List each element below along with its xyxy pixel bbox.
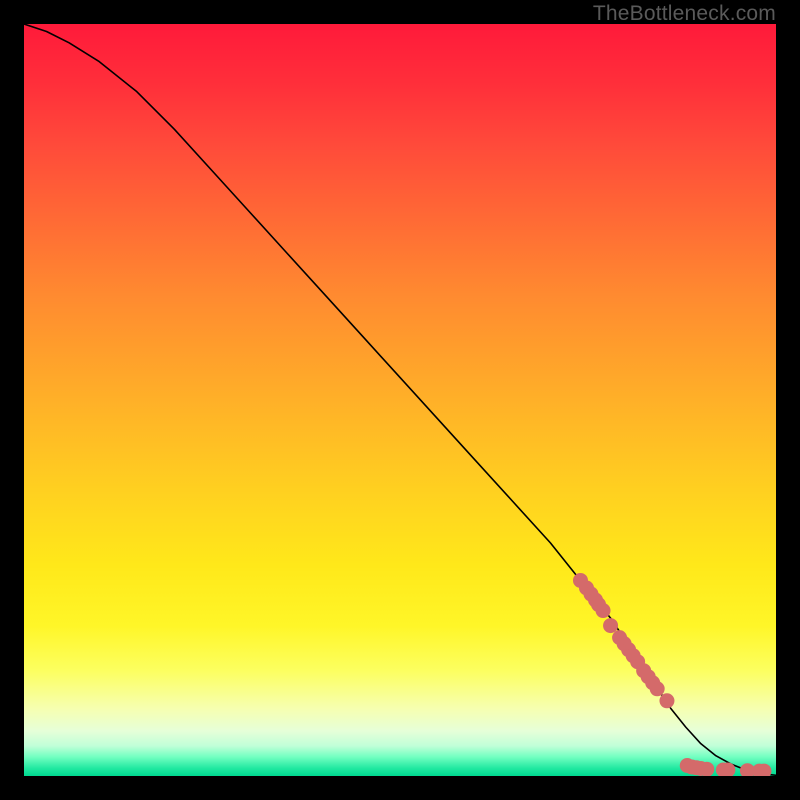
chart-overlay <box>24 24 776 776</box>
chart-frame: TheBottleneck.com <box>0 0 800 800</box>
data-point <box>596 603 611 618</box>
watermark-text: TheBottleneck.com <box>593 2 776 26</box>
data-point <box>659 693 674 708</box>
data-point <box>603 618 618 633</box>
data-point <box>650 681 665 696</box>
scatter-points <box>573 573 771 776</box>
plot-area <box>24 24 776 776</box>
curve-line <box>24 24 776 775</box>
